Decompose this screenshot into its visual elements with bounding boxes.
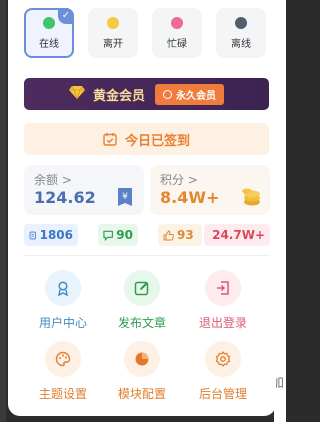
action-label: 退出登录	[198, 316, 247, 330]
coins-icon	[242, 188, 260, 206]
vip-badge: 永久会员	[155, 83, 224, 105]
badge-icon	[163, 89, 172, 99]
points-value: 8.4W+	[160, 188, 220, 207]
online-dot-icon	[43, 16, 55, 29]
points-label: 积分 >	[160, 173, 198, 187]
vip-title: 黄金会员	[92, 88, 145, 104]
action-label: 模块配置	[117, 387, 166, 401]
svg-text:¥: ¥	[122, 192, 128, 202]
views-count-chip[interactable]: 24.7W+	[204, 224, 270, 246]
vip-badge-label: 永久会员	[176, 90, 216, 102]
user-dropdown-panel: 在线 ✓ 离开 忙碌 离线 黄金会员 永久会员 今日已签到 余额 > 124.6…	[8, 0, 276, 416]
action-circle	[205, 270, 241, 306]
checkin-label: 今日已签到	[124, 133, 190, 149]
check-icon: ✓	[58, 8, 74, 24]
diamond-icon	[68, 85, 85, 103]
status-label: 离开	[103, 38, 123, 50]
pie-chart-icon	[135, 352, 149, 366]
status-offline-button[interactable]: 离线	[216, 8, 266, 58]
status-label: 在线	[39, 38, 59, 50]
status-online-button[interactable]: 在线 ✓	[24, 8, 74, 58]
checkin-button[interactable]: 今日已签到	[24, 123, 269, 155]
points-card[interactable]: 积分 > 8.4W+	[150, 165, 270, 215]
comments-count-chip[interactable]: 90	[98, 224, 138, 246]
stats-row: 1806 90 93 24.7W+	[24, 224, 270, 246]
action-label: 发布文章	[117, 316, 166, 330]
admin-panel-button[interactable]: 后台管理	[188, 341, 258, 405]
vip-membership-bar[interactable]: 黄金会员 永久会员	[24, 78, 269, 110]
thumbs-up-icon	[163, 229, 174, 240]
status-selector: 在线 ✓ 离开 忙碌 离线	[24, 8, 270, 60]
settings-gear-icon	[215, 351, 231, 367]
action-circle	[45, 270, 81, 306]
palette-icon	[55, 351, 71, 367]
comment-icon	[103, 230, 113, 241]
publish-article-button[interactable]: 发布文章	[107, 270, 177, 334]
offline-dot-icon	[235, 16, 247, 29]
status-busy-button[interactable]: 忙碌	[152, 8, 202, 58]
away-dot-icon	[107, 16, 119, 29]
action-label: 后台管理	[198, 387, 247, 401]
edit-icon	[134, 281, 149, 296]
comments-count: 90	[116, 228, 133, 242]
balance-value: 124.62	[34, 188, 96, 207]
posts-count: 1806	[39, 228, 73, 242]
status-label: 离线	[231, 38, 251, 50]
views-count: 24.7W+	[212, 228, 265, 242]
status-label: 忙碌	[167, 38, 187, 50]
module-config-button[interactable]: 模块配置	[107, 341, 177, 405]
action-circle	[45, 341, 81, 377]
calendar-check-icon	[103, 133, 117, 146]
action-circle	[124, 341, 160, 377]
document-icon	[29, 231, 36, 239]
likes-count-chip[interactable]: 93	[158, 224, 202, 246]
theme-settings-button[interactable]: 主题设置	[28, 341, 98, 405]
action-circle	[205, 341, 241, 377]
action-circle	[124, 270, 160, 306]
balance-label: 余额 >	[34, 173, 72, 187]
yen-icon: ¥	[118, 188, 132, 206]
status-away-button[interactable]: 离开	[88, 8, 138, 58]
divider	[24, 255, 270, 256]
background-left	[0, 0, 6, 422]
logout-icon	[217, 281, 229, 295]
user-center-icon	[58, 281, 68, 296]
balance-card[interactable]: 余额 > 124.62 ¥	[24, 165, 144, 215]
action-label: 用户中心	[38, 316, 87, 330]
posts-count-chip[interactable]: 1806	[24, 224, 78, 246]
busy-dot-icon	[171, 16, 183, 29]
likes-count: 93	[177, 228, 194, 242]
user-center-button[interactable]: 用户中心	[28, 270, 98, 334]
logout-button[interactable]: 退出登录	[188, 270, 258, 334]
action-label: 主题设置	[38, 387, 87, 401]
